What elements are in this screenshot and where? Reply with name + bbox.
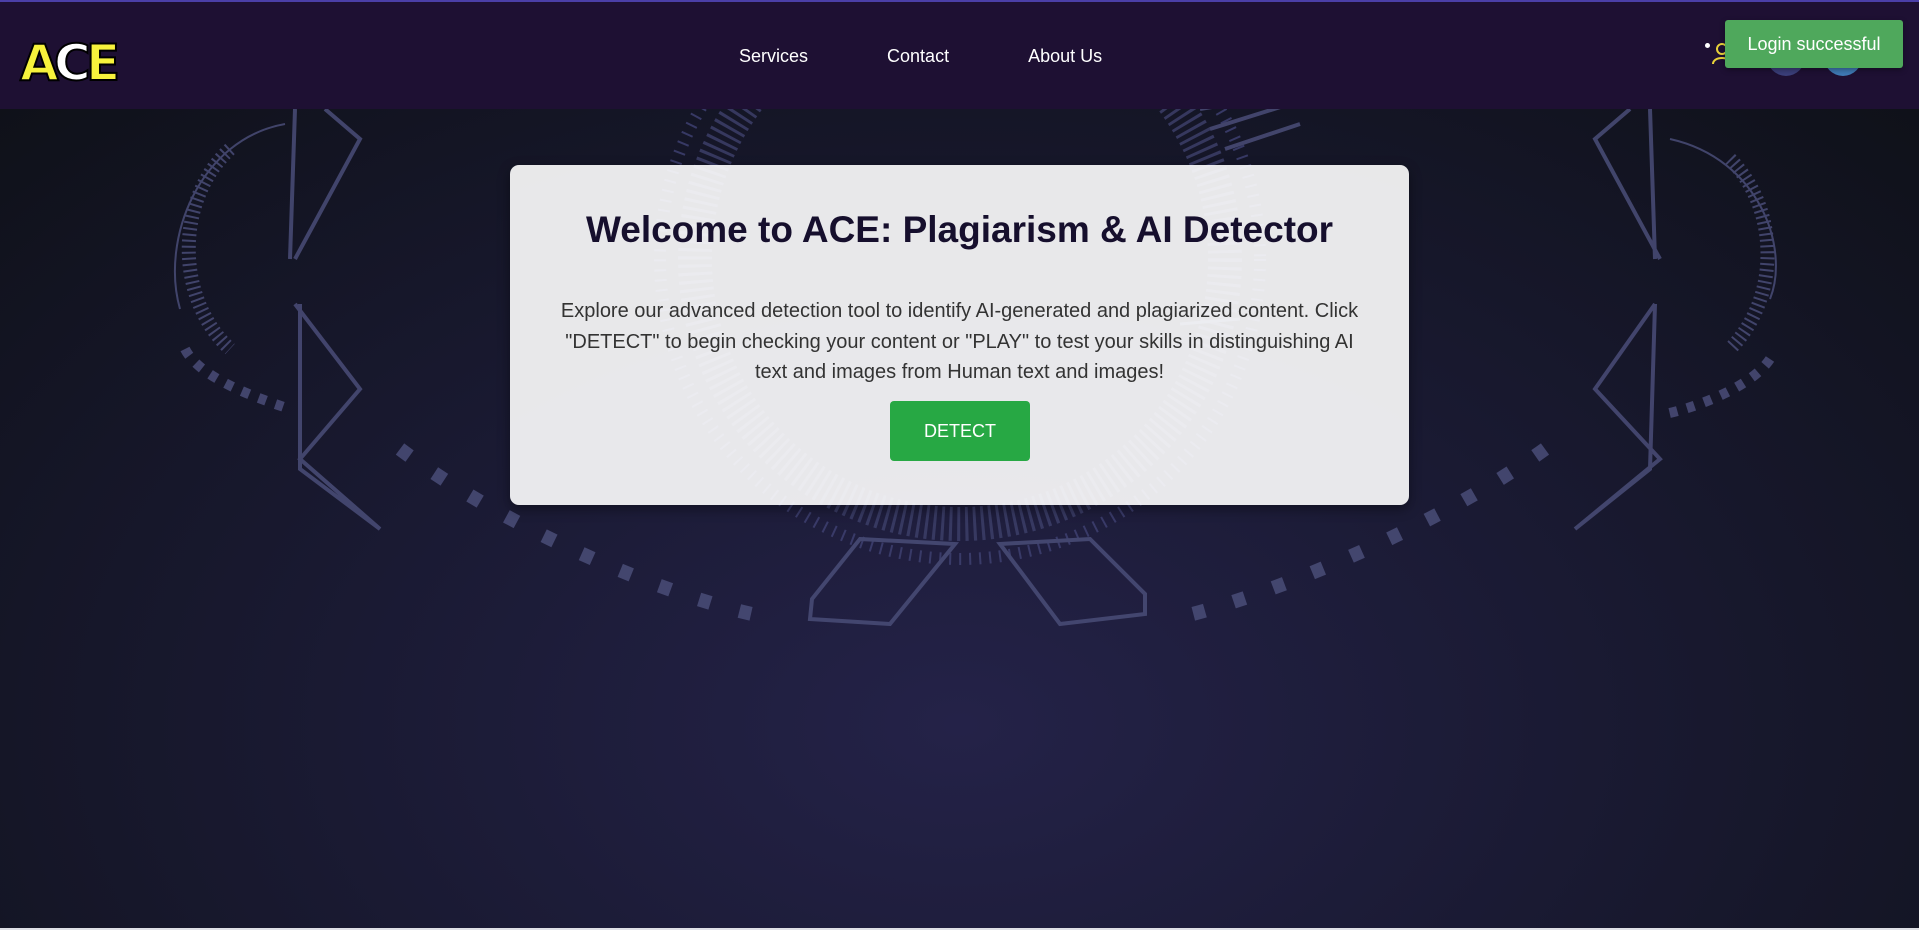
ace-logo[interactable]: A C E — [18, 30, 138, 90]
nav-link-contact[interactable]: Contact — [887, 46, 949, 67]
nav-link-services[interactable]: Services — [739, 46, 808, 67]
welcome-description: Explore our advanced detection tool to i… — [560, 300, 1359, 383]
detect-button[interactable]: DETECT — [890, 401, 1030, 461]
login-toast: Login successful — [1725, 20, 1903, 68]
hero-section: Welcome to ACE: Plagiarism & AI Detector… — [0, 109, 1919, 930]
nav-link-about-us[interactable]: About Us — [1028, 46, 1102, 67]
main-nav: Services Contact About Us — [739, 46, 1102, 67]
navbar: A C E Services Contact About Us — [0, 2, 1919, 109]
welcome-title: Welcome to ACE: Plagiarism & AI Detector — [585, 209, 1334, 250]
svg-text:E: E — [86, 34, 120, 90]
welcome-card: Welcome to ACE: Plagiarism & AI Detector… — [510, 165, 1409, 505]
list-bullet — [1705, 43, 1710, 48]
